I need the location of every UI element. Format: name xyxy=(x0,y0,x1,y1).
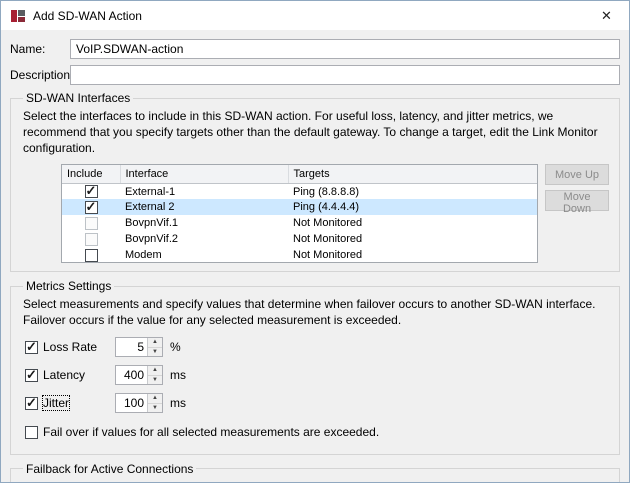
close-icon[interactable]: ✕ xyxy=(584,1,629,30)
table-row[interactable]: External 2 Ping (4.4.4.4) xyxy=(62,199,537,215)
add-sdwan-action-dialog: Add SD-WAN Action ✕ Name: Description: S… xyxy=(0,0,630,483)
interface-target: Not Monitored xyxy=(288,215,537,231)
description-label: Description: xyxy=(10,68,70,82)
column-header-interface[interactable]: Interface xyxy=(120,165,288,183)
description-row: Description: xyxy=(10,65,620,85)
table-row[interactable]: Modem Not Monitored xyxy=(62,247,537,263)
latency-checkbox[interactable] xyxy=(25,369,38,382)
sdwan-interfaces-description: Select the interfaces to include in this… xyxy=(23,109,607,156)
latency-unit: ms xyxy=(170,368,186,382)
loss-rate-input[interactable] xyxy=(116,338,147,356)
sdwan-interfaces-title: SD-WAN Interfaces xyxy=(23,91,133,105)
app-icon xyxy=(10,8,26,24)
jitter-spinner[interactable]: ▲ ▼ xyxy=(115,393,163,413)
table-header-row: Include Interface Targets xyxy=(62,165,537,183)
failback-group: Failback for Active Connections Select h… xyxy=(10,462,620,483)
all-measurements-checkbox[interactable] xyxy=(25,426,38,439)
include-checkbox[interactable] xyxy=(85,249,98,262)
loss-rate-spinner[interactable]: ▲ ▼ xyxy=(115,337,163,357)
name-label: Name: xyxy=(10,42,70,56)
sdwan-interfaces-group: SD-WAN Interfaces Select the interfaces … xyxy=(10,91,620,272)
titlebar: Add SD-WAN Action ✕ xyxy=(1,1,629,30)
spin-down-icon[interactable]: ▼ xyxy=(148,376,162,385)
latency-label: Latency xyxy=(43,368,85,382)
spin-down-icon[interactable]: ▼ xyxy=(148,404,162,413)
interface-target: Not Monitored xyxy=(288,247,537,263)
jitter-checkbox[interactable] xyxy=(25,397,38,410)
interface-target: Ping (4.4.4.4) xyxy=(288,199,537,215)
include-checkbox[interactable] xyxy=(85,201,98,214)
dialog-body: Name: Description: SD-WAN Interfaces Sel… xyxy=(1,30,629,483)
interface-name: External-1 xyxy=(120,183,288,199)
column-header-targets[interactable]: Targets xyxy=(288,165,537,183)
spin-up-icon[interactable]: ▲ xyxy=(148,338,162,348)
interface-target: Not Monitored xyxy=(288,231,537,247)
table-row[interactable]: BovpnVif.1 Not Monitored xyxy=(62,215,537,231)
window-title: Add SD-WAN Action xyxy=(33,9,584,23)
latency-row: Latency ▲ ▼ ms xyxy=(25,365,609,385)
loss-rate-unit: % xyxy=(170,340,181,354)
loss-rate-checkbox[interactable] xyxy=(25,341,38,354)
spin-down-icon[interactable]: ▼ xyxy=(148,348,162,357)
metrics-settings-group: Metrics Settings Select measurements and… xyxy=(10,279,620,454)
table-row[interactable]: BovpnVif.2 Not Monitored xyxy=(62,231,537,247)
interface-name: External 2 xyxy=(120,199,288,215)
interface-name: Modem xyxy=(120,247,288,263)
jitter-unit: ms xyxy=(170,396,186,410)
include-checkbox[interactable] xyxy=(85,233,98,246)
table-row[interactable]: External-1 Ping (8.8.8.8) xyxy=(62,183,537,199)
loss-rate-label: Loss Rate xyxy=(43,340,97,354)
metrics-settings-description: Select measurements and specify values t… xyxy=(23,297,607,329)
column-header-include[interactable]: Include xyxy=(62,165,120,183)
all-measurements-row: Fail over if values for all selected mea… xyxy=(25,425,609,444)
failback-title: Failback for Active Connections xyxy=(23,462,196,476)
interface-target: Ping (8.8.8.8) xyxy=(288,183,537,199)
description-input[interactable] xyxy=(70,65,620,85)
metrics-settings-title: Metrics Settings xyxy=(23,279,114,293)
failback-description: Select how the Firebox handles failback … xyxy=(23,480,607,483)
move-down-button[interactable]: Move Down xyxy=(545,190,609,211)
name-input[interactable] xyxy=(70,39,620,59)
name-row: Name: xyxy=(10,39,620,59)
interface-name: BovpnVif.1 xyxy=(120,215,288,231)
interface-name: BovpnVif.2 xyxy=(120,231,288,247)
jitter-input[interactable] xyxy=(116,394,147,412)
spin-up-icon[interactable]: ▲ xyxy=(148,394,162,404)
include-checkbox[interactable] xyxy=(85,217,98,230)
all-measurements-label: Fail over if values for all selected mea… xyxy=(43,425,379,439)
interfaces-table: Include Interface Targets External-1 Pin… xyxy=(61,164,538,263)
move-up-button[interactable]: Move Up xyxy=(545,164,609,185)
jitter-row: Jitter ▲ ▼ ms xyxy=(25,393,609,413)
include-checkbox[interactable] xyxy=(85,185,98,198)
loss-rate-row: Loss Rate ▲ ▼ % xyxy=(25,337,609,357)
latency-spinner[interactable]: ▲ ▼ xyxy=(115,365,163,385)
jitter-label: Jitter xyxy=(43,396,69,410)
latency-input[interactable] xyxy=(116,366,147,384)
spin-up-icon[interactable]: ▲ xyxy=(148,366,162,376)
